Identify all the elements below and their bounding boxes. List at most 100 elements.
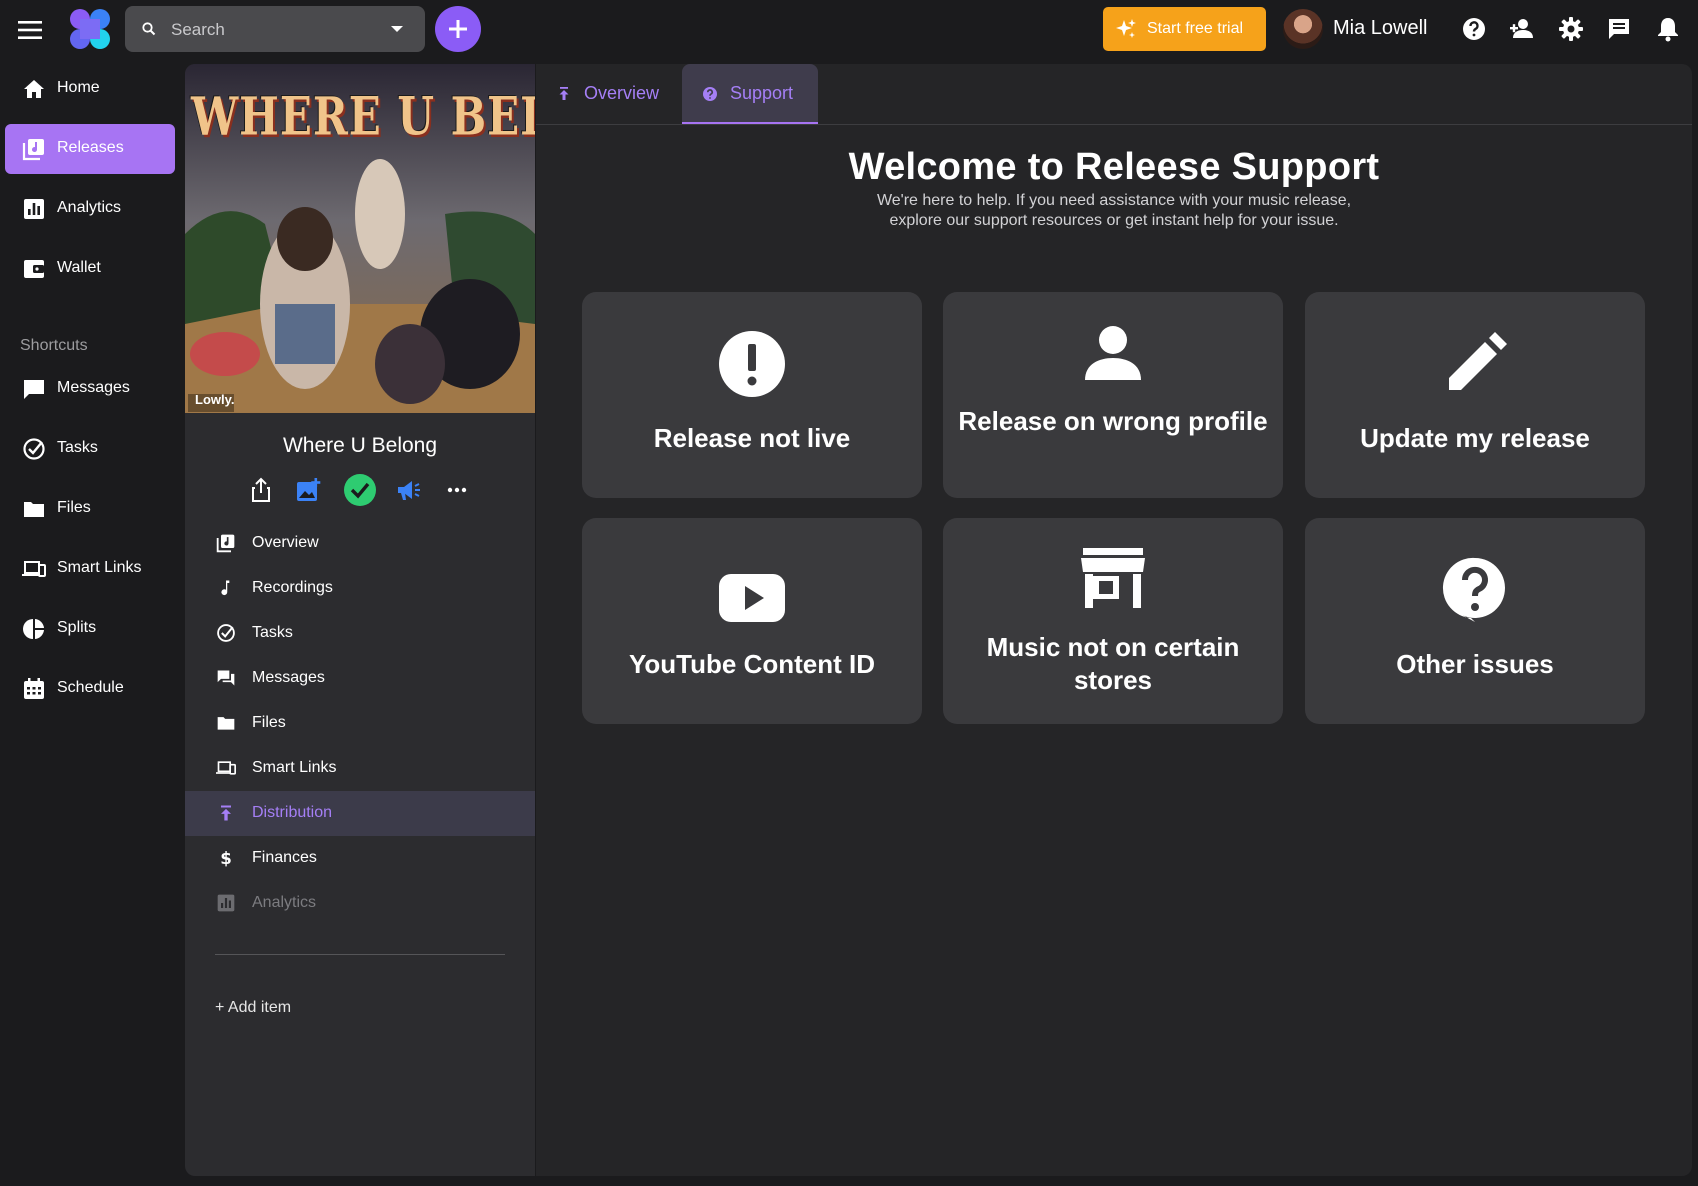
nav-item-releases[interactable]: Releases	[5, 124, 175, 174]
nav-item-label: Files	[57, 499, 91, 516]
support-card-other-issues[interactable]: Other issues	[1305, 518, 1645, 724]
shortcut-tasks[interactable]: Tasks	[5, 424, 175, 474]
card-label: Release not live	[653, 423, 851, 453]
share-icon[interactable]	[247, 476, 275, 504]
tab-label: Overview	[584, 83, 660, 103]
nav-item-label: Splits	[57, 619, 97, 636]
devices-icon	[22, 561, 46, 577]
task-check-icon	[23, 438, 45, 460]
dollar-icon: $	[220, 849, 232, 868]
divider	[215, 954, 505, 955]
alert-icon	[719, 331, 785, 397]
release-menu-recordings[interactable]: Recordings	[185, 566, 535, 611]
search-input[interactable]	[169, 6, 373, 54]
settings-icon[interactable]	[1558, 16, 1584, 42]
pencil-icon	[1449, 332, 1507, 390]
help-icon[interactable]	[1461, 16, 1487, 42]
release-menu-label: Finances	[252, 849, 317, 866]
release-menu-smart-links[interactable]: Smart Links	[185, 746, 535, 791]
start-free-trial-button[interactable]: Start free trial	[1103, 7, 1266, 51]
add-image-icon[interactable]	[294, 476, 322, 504]
question-icon	[1442, 557, 1505, 622]
tab-overview[interactable]: Overview	[536, 64, 682, 124]
card-label: Other issues	[1396, 649, 1554, 679]
menu-icon[interactable]	[14, 14, 46, 46]
folder-icon	[24, 502, 44, 517]
nav-item-label: Smart Links	[57, 559, 142, 576]
support-card-wrong-profile[interactable]: Release on wrong profile	[943, 292, 1283, 498]
analytics-icon	[217, 894, 235, 912]
nav-item-label: Analytics	[57, 199, 122, 216]
top-bar: Start free trial Mia Lowell	[0, 0, 1698, 58]
releases-icon	[216, 534, 235, 553]
release-menu-messages[interactable]: Messages	[185, 656, 535, 701]
calendar-icon	[24, 678, 44, 699]
shortcut-splits[interactable]: Splits	[5, 604, 175, 654]
tab-support[interactable]: Support	[682, 64, 818, 124]
search-bar[interactable]	[125, 6, 425, 54]
chat-icon[interactable]	[1606, 16, 1632, 42]
person-icon	[1085, 326, 1141, 380]
release-menu-label: Recordings	[252, 579, 333, 596]
release-menu-finances[interactable]: $ Finances	[185, 836, 535, 881]
bell-icon[interactable]	[1655, 16, 1681, 42]
more-options-icon[interactable]	[443, 476, 471, 504]
approved-check-icon[interactable]	[343, 473, 377, 507]
release-menu-analytics[interactable]: Analytics	[185, 881, 535, 926]
analytics-icon	[24, 199, 44, 219]
search-icon	[142, 22, 156, 36]
card-label: Update my release	[1360, 423, 1590, 453]
nav-item-label: Schedule	[57, 679, 124, 696]
task-check-icon	[217, 624, 235, 642]
upload-icon	[221, 805, 231, 821]
support-card-not-on-stores[interactable]: Music not on certain stores	[943, 518, 1283, 724]
app-logo-icon[interactable]	[68, 7, 112, 51]
release-action-bar	[185, 474, 535, 510]
avatar[interactable]	[1283, 9, 1323, 49]
tab-bar: Overview Support	[536, 64, 1692, 125]
shortcut-messages[interactable]: Messages	[5, 364, 175, 414]
page-subtitle: We're here to help. If you need assistan…	[876, 192, 1352, 229]
nav-item-analytics[interactable]: Analytics	[5, 184, 175, 234]
card-label: Music not on certain stores	[986, 632, 1240, 695]
sparkle-icon	[1116, 19, 1136, 38]
add-item-button[interactable]: + Add item	[215, 999, 291, 1017]
nav-item-label: Home	[57, 79, 100, 96]
user-name[interactable]: Mia Lowell	[1333, 17, 1427, 40]
shortcut-schedule[interactable]: Schedule	[5, 664, 175, 714]
release-cover-art[interactable]: WHERE U BELONG Lowly.	[185, 64, 535, 413]
upload-icon	[559, 87, 569, 100]
page-title: Welcome to Releese Support	[848, 146, 1380, 188]
wallet-icon	[24, 260, 44, 278]
megaphone-icon[interactable]	[395, 476, 423, 504]
shortcut-smart-links[interactable]: Smart Links	[5, 544, 175, 594]
nav-item-wallet[interactable]: Wallet	[5, 244, 175, 294]
nav-item-home[interactable]: Home	[5, 64, 175, 114]
release-menu-label: Files	[252, 714, 286, 731]
shortcut-files[interactable]: Files	[5, 484, 175, 534]
trial-label: Start free trial	[1147, 20, 1244, 37]
release-menu-overview[interactable]: Overview	[185, 521, 535, 566]
folder-icon	[217, 717, 235, 730]
release-menu-label: Overview	[252, 534, 319, 551]
cover-title-text: WHERE U BELONG	[191, 85, 535, 148]
release-menu-files[interactable]: Files	[185, 701, 535, 746]
release-menu-label: Distribution	[252, 804, 333, 821]
release-menu-label: Smart Links	[252, 759, 337, 776]
release-menu-distribution[interactable]: Distribution	[185, 791, 535, 836]
release-menu-tasks[interactable]: Tasks	[185, 611, 535, 656]
create-button[interactable]	[435, 6, 481, 52]
nav-item-label: Tasks	[57, 439, 98, 456]
chevron-down-icon[interactable]	[388, 20, 406, 38]
support-card-update-release[interactable]: Update my release	[1305, 292, 1645, 498]
svg-text:$: $	[220, 849, 232, 868]
nav-item-label: Wallet	[57, 259, 101, 276]
add-user-icon[interactable]	[1509, 16, 1535, 42]
help-icon	[703, 87, 717, 101]
release-menu-label: Analytics	[252, 894, 317, 911]
card-label: Release on wrong profile	[958, 406, 1268, 436]
support-card-release-not-live[interactable]: Release not live	[582, 292, 922, 498]
store-icon	[1081, 548, 1145, 608]
support-card-youtube-content-id[interactable]: YouTube Content ID	[582, 518, 922, 724]
release-menu-label: Tasks	[252, 624, 293, 641]
